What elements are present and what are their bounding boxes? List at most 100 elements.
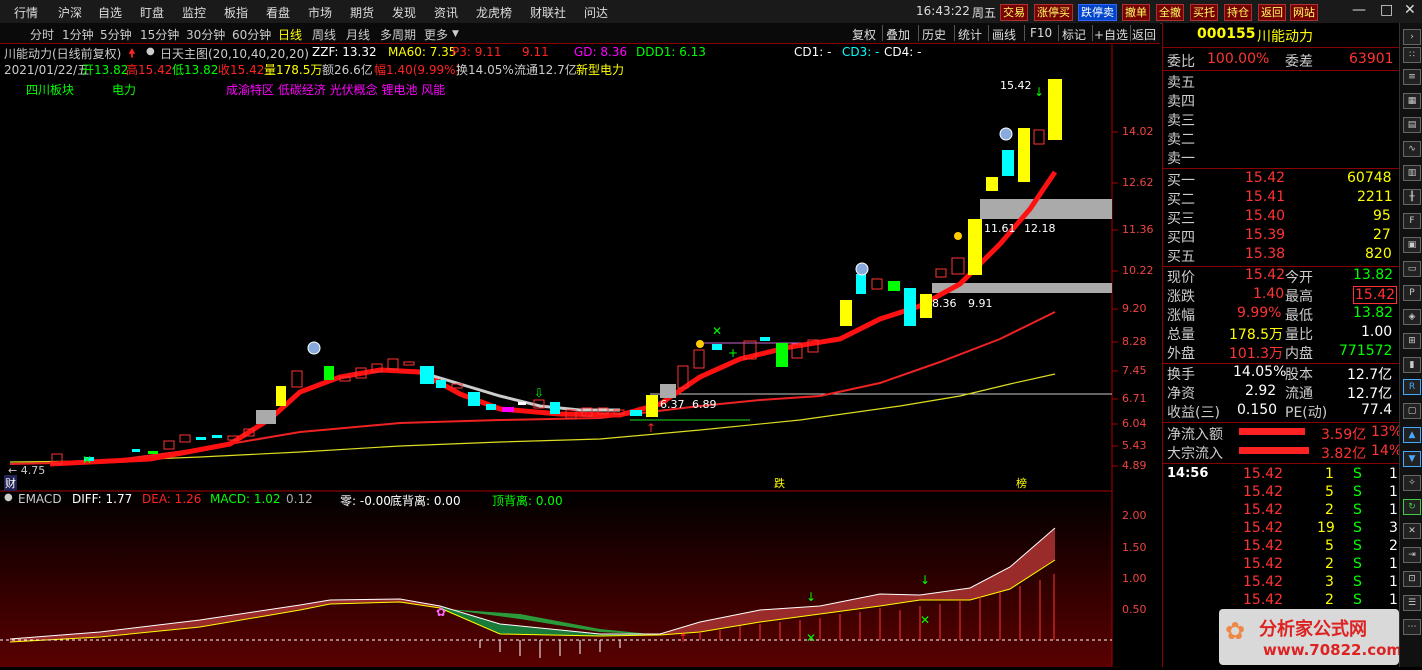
period-monthly[interactable]: 月线 — [346, 26, 370, 43]
line-chart-icon[interactable]: ∿ — [1403, 141, 1421, 157]
sector-industry[interactable]: 电力 — [112, 81, 136, 98]
f10-button[interactable]: F10 — [1030, 26, 1052, 40]
menu-item-cailianshe[interactable]: 财联社 — [530, 4, 566, 21]
grid-icon[interactable]: ▤ — [1403, 117, 1421, 133]
doc-icon[interactable]: ▭ — [1403, 261, 1421, 277]
period-15min[interactable]: 15分钟 — [140, 26, 179, 43]
period-daily[interactable]: 日线 — [278, 26, 302, 43]
menu-item-qihuo[interactable]: 期货 — [350, 4, 374, 21]
period-toolbar: 分时 1分钟 5分钟 15分钟 30分钟 60分钟 日线 周线 月线 多周期 更… — [0, 23, 1160, 44]
limit-down-sell-button[interactable]: 跌停卖 — [1078, 4, 1117, 21]
cancel-order-button[interactable]: 撤单 — [1122, 4, 1150, 21]
bid-row[interactable]: 买三 15.40 95 — [1167, 208, 1395, 227]
compare-icon[interactable]: ⊞ — [1403, 333, 1421, 349]
candle-icon[interactable]: ╫ — [1403, 189, 1421, 205]
period-weekly[interactable]: 周线 — [312, 26, 336, 43]
add-favorite-button[interactable]: +自选 — [1094, 26, 1128, 43]
menu-item-hushen[interactable]: 沪深 — [58, 4, 82, 21]
period-fenshi[interactable]: 分时 — [30, 26, 54, 43]
more-icon[interactable]: ⋯ — [1403, 619, 1421, 635]
fuquan-button[interactable]: 复权 — [852, 26, 876, 43]
list-detail-icon[interactable]: ☰ — [1403, 595, 1421, 611]
mark-button[interactable]: 标记 — [1062, 26, 1086, 43]
sector-icon[interactable]: ◈ — [1403, 309, 1421, 325]
rsi-icon[interactable]: R — [1403, 379, 1421, 395]
sector-concepts[interactable]: 成渝特区 低碳经济 光伏概念 锂电池 风能 — [226, 81, 445, 98]
draw-button[interactable]: 画线 — [992, 26, 1016, 43]
macd-dropdown-icon[interactable]: ● — [4, 492, 13, 503]
menu-item-zixuan[interactable]: 自选 — [98, 4, 122, 21]
stats-button[interactable]: 统计 — [958, 26, 982, 43]
overlay-button[interactable]: 叠加 — [886, 26, 910, 43]
period-60min[interactable]: 60分钟 — [232, 26, 271, 43]
star-icon[interactable]: ✧ — [1403, 475, 1421, 491]
bid-row[interactable]: 买二 15.41 2211 — [1167, 189, 1395, 208]
arrow-up-icon[interactable]: ▲ — [1403, 427, 1421, 443]
bid-row[interactable]: 买四 15.39 27 — [1167, 227, 1395, 246]
tick-volume: 3 — [1325, 574, 1334, 590]
buy-support-button[interactable]: 买托 — [1190, 4, 1218, 21]
bar-chart-icon[interactable]: ▥ — [1403, 165, 1421, 181]
export-icon[interactable]: ⇥ — [1403, 547, 1421, 563]
column-icon[interactable]: ▮ — [1403, 357, 1421, 373]
menu-item-banzhi[interactable]: 板指 — [224, 4, 248, 21]
chevron-down-icon[interactable]: ▼ — [452, 29, 459, 39]
history-button[interactable]: 历史 — [922, 26, 946, 43]
bid-row[interactable]: 买五 15.38 820 — [1167, 246, 1395, 265]
indicator-dropdown-icon[interactable]: ● — [146, 46, 155, 57]
menu-item-wenda[interactable]: 问达 — [584, 4, 608, 21]
cancel-all-button[interactable]: 全撤 — [1156, 4, 1184, 21]
menu-item-jiankong[interactable]: 监控 — [182, 4, 206, 21]
chart-icon[interactable]: ▣ — [1403, 237, 1421, 253]
ask-row[interactable]: 卖五 — [1167, 72, 1395, 91]
bid-price: 15.42 — [1245, 170, 1286, 186]
y-tick: 6.71 — [1122, 392, 1147, 405]
kline-chart-area[interactable]: ✕ ✕ + ⇩ ↑ ↓ ✿ ↓ ↓ ✕ ✕ ↑ 川能动力(日线前复权) 🠝 ● … — [0, 44, 1160, 667]
period-multi[interactable]: 多周期 — [380, 26, 416, 43]
trade-button[interactable]: 交易 — [1000, 4, 1028, 21]
menu-item-dingpan[interactable]: 盯盘 — [140, 4, 164, 21]
menu-item-shichang[interactable]: 市场 — [308, 4, 332, 21]
fp-icon[interactable]: P — [1403, 285, 1421, 301]
bid-row[interactable]: 买一 15.42 60748 — [1167, 170, 1395, 189]
period-1min[interactable]: 1分钟 — [62, 26, 94, 43]
period-more[interactable]: 更多 — [424, 26, 448, 43]
period-30min[interactable]: 30分钟 — [186, 26, 225, 43]
minimize-icon[interactable]: — — [1352, 2, 1366, 18]
expand-icon[interactable]: › — [1403, 29, 1421, 45]
stat-label: 今开 — [1285, 270, 1313, 286]
x-icon[interactable]: ✕ — [1403, 523, 1421, 539]
limit-up-buy-button[interactable]: 涨停买 — [1034, 4, 1073, 21]
marker-finance[interactable]: 财 — [4, 475, 17, 491]
ask-row[interactable]: 卖一 — [1167, 148, 1395, 167]
marker-rank[interactable]: 榜 — [1016, 475, 1027, 491]
return-button[interactable]: 返回 — [1132, 26, 1156, 43]
ask-row[interactable]: 卖四 — [1167, 91, 1395, 110]
dots-icon[interactable]: ∷ — [1403, 47, 1421, 63]
position-button[interactable]: 持仓 — [1224, 4, 1252, 21]
period-5min[interactable]: 5分钟 — [100, 26, 132, 43]
menu-item-hangqing[interactable]: 行情 — [14, 4, 38, 21]
screen-icon[interactable]: ▢ — [1403, 403, 1421, 419]
ruler-icon[interactable]: ⊡ — [1403, 571, 1421, 587]
back-button[interactable]: 返回 — [1258, 4, 1286, 21]
close-icon[interactable]: ✕ — [1404, 2, 1416, 18]
ask-row[interactable]: 卖三 — [1167, 110, 1395, 129]
macd-name[interactable]: EMACD — [18, 492, 62, 506]
refresh-icon[interactable]: ↻ — [1403, 499, 1421, 515]
bid-volume: 2211 — [1357, 189, 1393, 205]
sector-region[interactable]: 四川板块 — [26, 81, 74, 98]
maximize-icon[interactable]: □ — [1380, 2, 1393, 18]
menu-item-kanpan[interactable]: 看盘 — [266, 4, 290, 21]
main-indicator[interactable]: 日天主图(20,10,40,20,20) — [160, 45, 309, 62]
ask-row[interactable]: 卖二 — [1167, 129, 1395, 148]
marker-drop[interactable]: 跌 — [774, 475, 785, 491]
menu-item-zixun[interactable]: 资讯 — [434, 4, 458, 21]
f10-icon[interactable]: F — [1403, 213, 1421, 229]
arrow-down-icon[interactable]: ▼ — [1403, 451, 1421, 467]
website-button[interactable]: 网站 — [1290, 4, 1318, 21]
table-icon[interactable]: ▦ — [1403, 93, 1421, 109]
menu-item-faxian[interactable]: 发现 — [392, 4, 416, 21]
menu-item-longhubang[interactable]: 龙虎榜 — [476, 4, 512, 21]
list-icon[interactable]: ≡ — [1403, 69, 1421, 85]
